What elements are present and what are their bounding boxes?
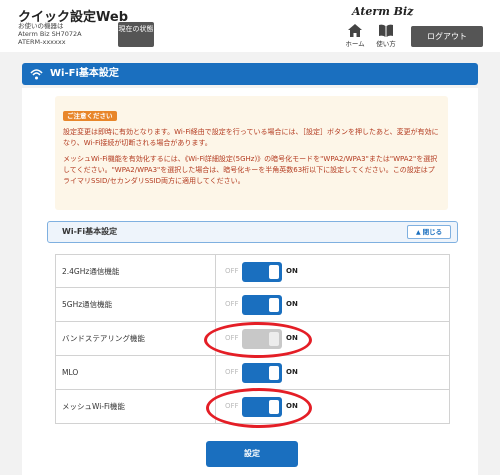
toggle-on-label: ON [286,368,298,376]
manual-label: 使い方 [376,40,396,48]
toggle-knob [269,265,279,279]
annotation-oval-band-steering [204,322,312,358]
toggle-knob [269,366,279,380]
status-button[interactable]: 現在の状態 [118,22,154,47]
logout-button[interactable]: ログアウト [411,26,483,47]
toggle-mlo[interactable] [242,363,282,383]
toggle-on-label: ON [286,267,298,275]
setting-label: MLO [56,356,216,389]
setting-label: 2.4GHz通信機能 [56,255,216,287]
section-header: Wi-Fi基本設定 ▲ 閉じる [47,221,458,243]
toggle-control: OFF ON [216,356,449,389]
manual-nav[interactable]: 使い方 [373,24,399,48]
wifi-icon [30,69,43,80]
setting-label: メッシュWi-Fi機能 [56,390,216,423]
home-icon [348,24,362,37]
device-ssid: ATERM-xxxxxx [18,38,66,46]
page-title-bar: Wi-Fi基本設定 [22,63,478,85]
toggle-knob [269,298,279,312]
setting-label: バンドステアリング機能 [56,322,216,355]
notice-box: ご注意ください 設定変更は即時に有効となります。Wi-Fi経由で設定を行っている… [55,96,448,210]
setting-row-24ghz: 2.4GHz通信機能 OFF ON [55,254,450,288]
header: クイック設定Web お使いの機器は Aterm Biz SH7072A ATER… [0,0,500,52]
book-icon [379,24,393,37]
toggle-control: OFF ON [216,255,449,287]
device-info: お使いの機器は Aterm Biz SH7072A ATERM-xxxxxx [18,22,82,46]
toggle-24ghz[interactable] [242,262,282,282]
setting-row-5ghz: 5GHz通信機能 OFF ON [55,288,450,322]
toggle-off-label: OFF [225,267,239,275]
submit-button[interactable]: 設定 [206,441,298,467]
toggle-on-label: ON [286,300,298,308]
notice-badge: ご注意ください [63,111,117,121]
page-title: Wi-Fi基本設定 [50,68,119,79]
section-title: Wi-Fi基本設定 [62,227,118,236]
notice-paragraph-1: 設定変更は即時に有効となります。Wi-Fi経由で設定を行っている場合には、［設定… [63,128,439,147]
brand-logo: Aterm Biz [352,5,414,18]
home-label: ホーム [345,40,365,48]
toggle-5ghz[interactable] [242,295,282,315]
setting-label: 5GHz通信機能 [56,288,216,321]
device-caption: お使いの機器は [18,22,64,30]
device-model: Aterm Biz SH7072A [18,30,82,38]
toggle-off-label: OFF [225,368,239,376]
close-label: 閉じる [422,228,443,236]
toggle-off-label: OFF [225,300,239,308]
toggle-control: OFF ON [216,288,449,321]
annotation-oval-mesh-wifi [206,388,312,428]
chevron-up-icon: ▲ [415,229,421,236]
notice-paragraph-2: メッシュWi-Fi機能を有効化するには、《Wi-Fi詳細設定(5GHz)》の暗号… [63,155,438,185]
setting-row-mlo: MLO OFF ON [55,356,450,390]
home-nav[interactable]: ホーム [342,24,368,48]
close-section-button[interactable]: ▲ 閉じる [407,225,451,239]
